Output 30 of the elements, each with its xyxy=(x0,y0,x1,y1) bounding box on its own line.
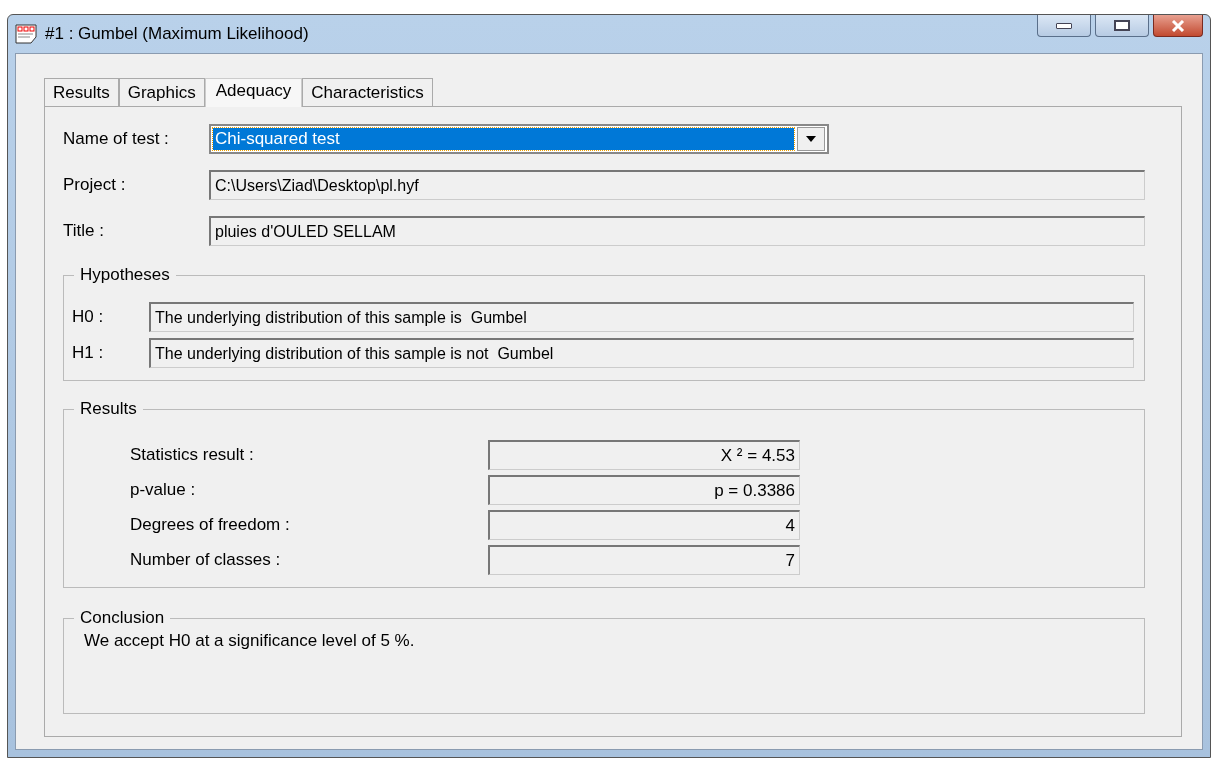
close-icon[interactable] xyxy=(1170,19,1186,32)
field-label: Number of classes : xyxy=(130,550,282,570)
field-label: Statistics result : xyxy=(130,445,255,465)
field-label: Name of test : xyxy=(63,129,170,149)
minimize-icon[interactable] xyxy=(1056,22,1072,29)
tab[interactable]: Graphics xyxy=(118,78,205,106)
field-label: H0 : xyxy=(72,307,105,327)
field-label: Degrees of freedom : xyxy=(130,515,291,535)
value-field: p = 0.3386 xyxy=(488,475,800,505)
field-label: p-value : xyxy=(130,480,197,500)
value-field: 4 xyxy=(488,510,800,540)
field-label: Title : xyxy=(63,221,105,241)
value-field: 7 xyxy=(488,545,800,575)
tab[interactable]: Results xyxy=(44,78,119,106)
close-button[interactable] xyxy=(1153,15,1203,37)
text-field[interactable]: pluies d'OULED SELLAM xyxy=(209,216,1145,246)
conclusion-text: We accept H0 at a significance level of 5 %. xyxy=(84,631,416,651)
maximize-button[interactable] xyxy=(1095,15,1149,37)
dropdown[interactable]: Chi-squared test xyxy=(209,124,829,154)
group-title: Hypotheses xyxy=(74,265,176,285)
field-label: Project : xyxy=(63,175,127,195)
value-field: X ² = 4.53 xyxy=(488,440,800,470)
maximize-icon[interactable] xyxy=(1114,20,1130,31)
field-label: H1 : xyxy=(72,343,105,363)
window-title: #1 : Gumbel (Maximum Likelihood) xyxy=(45,24,310,44)
tab[interactable]: Adequacy xyxy=(204,78,303,107)
tab[interactable]: Characteristics xyxy=(302,78,433,106)
document-icon xyxy=(15,24,37,44)
minimize-button[interactable] xyxy=(1037,15,1091,37)
text-field[interactable]: C:\Users\Ziad\Desktop\pl.hyf xyxy=(209,170,1145,200)
